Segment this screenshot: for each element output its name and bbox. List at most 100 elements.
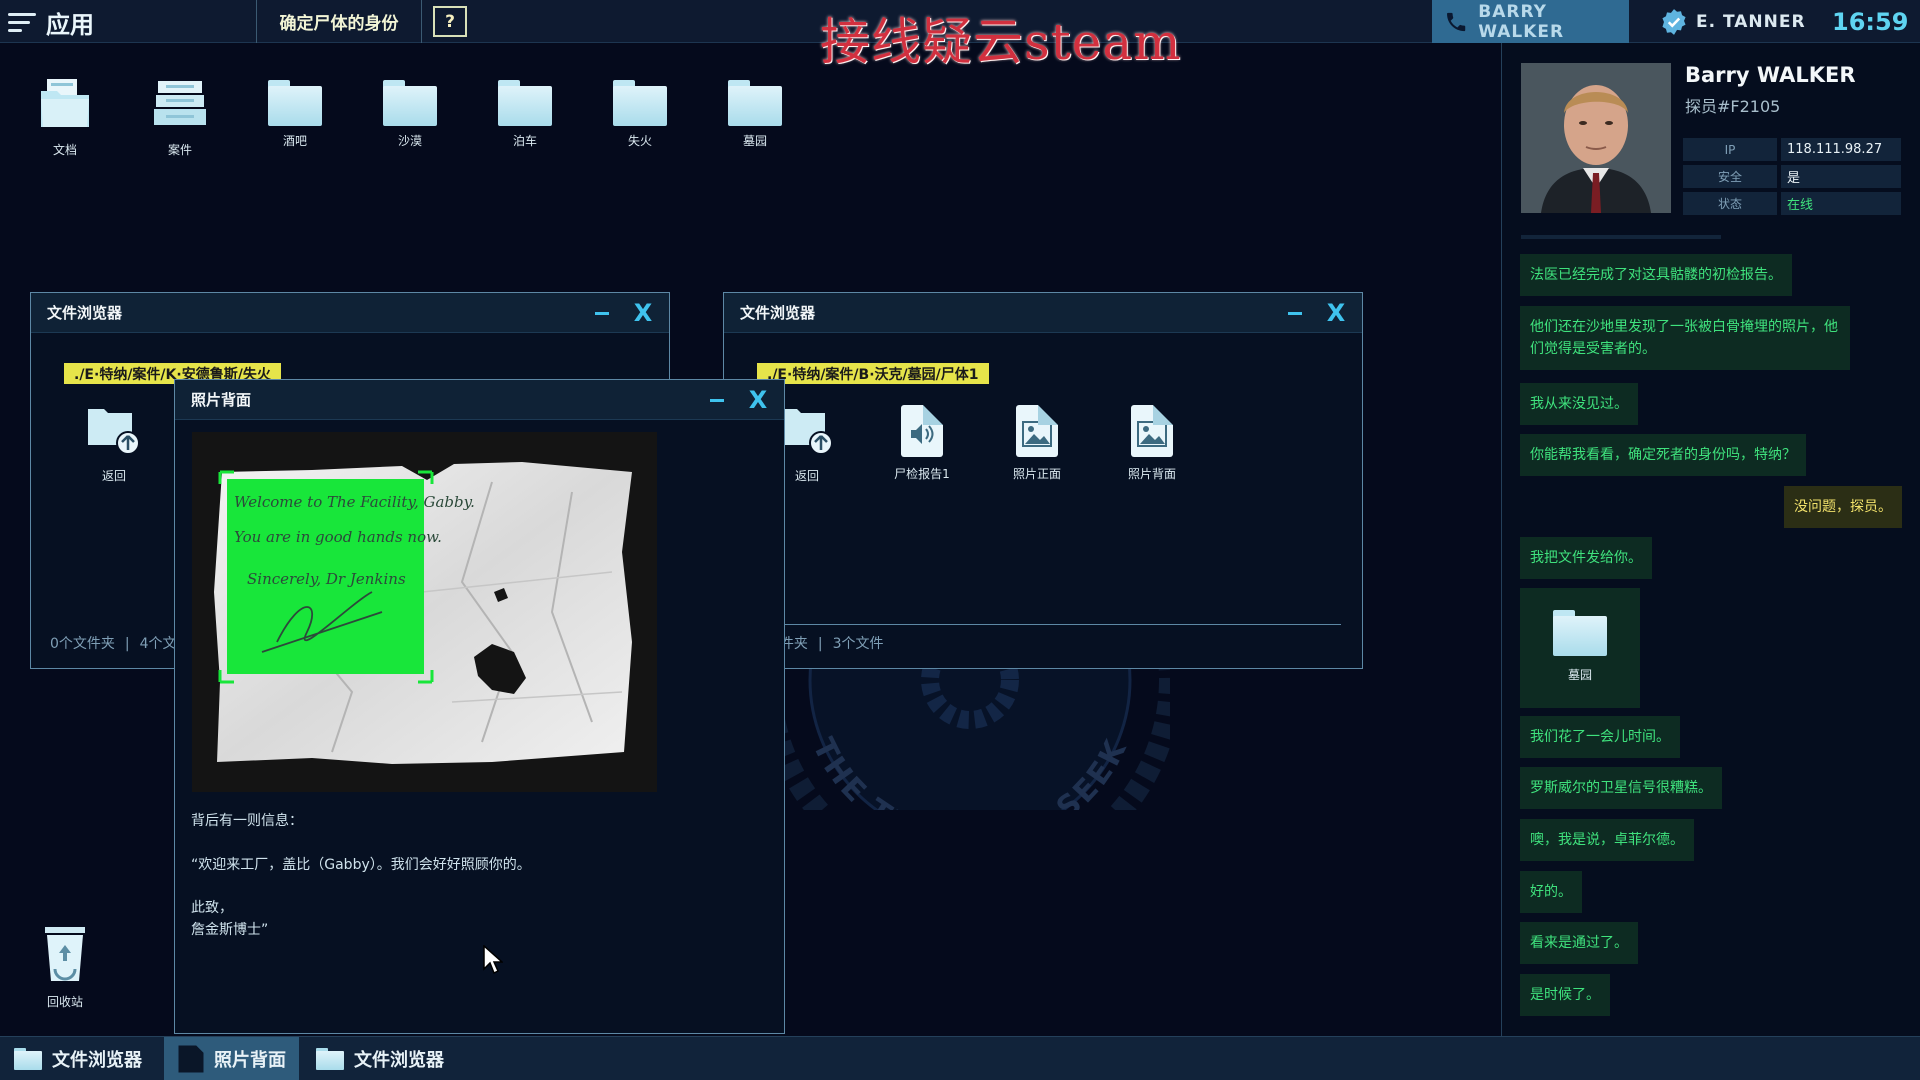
chat-message: 好的。	[1520, 871, 1582, 913]
chat-message: 你能帮我看看，确定死者的身份吗，特纳？	[1520, 434, 1806, 476]
file-item-photo-back[interactable]: 照片背面	[1102, 405, 1202, 482]
photo-image[interactable]: Welcome to The Facility, Gabby. You are …	[192, 432, 657, 792]
image-file-icon	[1016, 405, 1058, 457]
taskbar-item-file-browser-1[interactable]: 文件浏览器	[0, 1037, 160, 1080]
folder-icon	[383, 80, 437, 126]
info-value: 在线	[1781, 192, 1901, 215]
taskbar: 文件浏览器 照片背面 文件浏览器	[0, 1036, 1920, 1080]
desktop-icon-bar[interactable]: 酒吧	[250, 80, 340, 149]
close-button[interactable]: X	[1324, 298, 1348, 328]
menu-icon	[8, 11, 36, 33]
info-key: 状态	[1683, 192, 1777, 215]
phone-icon	[1447, 12, 1466, 31]
close-button[interactable]: X	[631, 298, 655, 328]
desktop-icon-label: 案件	[167, 143, 192, 157]
taskbar-item-label: 文件浏览器	[52, 1050, 142, 1071]
shared-file-attachment[interactable]: 墓园	[1520, 588, 1640, 708]
taskbar-item-label: 照片背面	[214, 1050, 286, 1071]
desktop-icon-documents[interactable]: 文档	[20, 75, 110, 158]
chat-message-self: 没问题，探员。	[1784, 486, 1902, 528]
desktop-icon-label: 泊车	[512, 134, 537, 148]
taskbar-item-file-browser-2[interactable]: 文件浏览器	[302, 1037, 462, 1080]
desktop-icon-fire[interactable]: 失火	[595, 80, 685, 149]
file-item-photo-front[interactable]: 照片正面	[987, 405, 1087, 482]
info-value: 是	[1781, 165, 1901, 188]
caption-signoff: 此致，	[191, 900, 233, 916]
contact-avatar	[1521, 63, 1671, 213]
desktop-icon-label: 沙漠	[397, 134, 422, 148]
folder-icon	[1553, 610, 1607, 656]
contact-portrait	[1521, 63, 1671, 213]
photo-back-window: 照片背面 X Welcome to The Facility, Gabby. Y…	[174, 379, 785, 1034]
info-value: 118.111.98.27	[1781, 138, 1901, 161]
file-item-label: 尸检报告1	[894, 467, 950, 481]
call-contact-button[interactable]: BARRY WALKER	[1432, 0, 1629, 43]
divider	[1521, 235, 1721, 239]
minimize-button[interactable]	[1288, 312, 1302, 315]
desktop-icon-label: 文档	[52, 143, 77, 157]
caption-intro: 背后有一则信息：	[191, 813, 303, 829]
folder-icon	[613, 80, 667, 126]
chat-message: 噢，我是说，卓菲尔德。	[1520, 819, 1694, 861]
back-folder-icon	[88, 409, 140, 455]
top-bar: 应用 确定尸体的身份 ? 接线疑云steam BARRY WALKER E. T…	[0, 0, 1920, 71]
user-name: E. TANNER	[1696, 11, 1806, 32]
file-item-autopsy-report[interactable]: 尸检报告1	[872, 405, 972, 482]
taskbar-item-label: 文件浏览器	[354, 1050, 444, 1071]
window-titlebar[interactable]: 文件浏览器 X	[724, 293, 1362, 333]
recycle-bin-icon	[45, 927, 85, 981]
info-row-ip: IP 118.111.98.27	[1683, 138, 1901, 161]
note-line: You are in good hands now.	[234, 528, 442, 546]
minimize-button[interactable]	[595, 312, 609, 315]
folder-icon	[316, 1048, 344, 1070]
app-menu-label: 应用	[46, 10, 94, 39]
contact-id: 探员#F2105	[1685, 97, 1781, 116]
photo-file-icon	[178, 1045, 204, 1073]
file-item-label: 照片背面	[1127, 467, 1176, 481]
cases-cabinet-icon	[154, 81, 206, 125]
chat-panel: Barry WALKER 探员#F2105 IP 118.111.98.27 安…	[1501, 43, 1920, 1036]
desktop-icon-label: 墓园	[742, 134, 767, 148]
desktop-icon-cemetery[interactable]: 墓园	[710, 80, 800, 149]
contact-name: Barry WALKER	[1685, 63, 1856, 87]
window-title: 照片背面	[191, 391, 252, 409]
app-menu-button[interactable]: 应用	[8, 6, 94, 39]
window-title: 文件浏览器	[740, 304, 816, 322]
window-titlebar[interactable]: 文件浏览器 X	[31, 293, 669, 333]
clock: 16:59	[1832, 8, 1909, 36]
chat-message: 我把文件发给你。	[1520, 537, 1652, 579]
chat-message: 法医已经完成了对这具骷髅的初检报告。	[1520, 254, 1792, 296]
help-button[interactable]: ?	[433, 6, 467, 37]
file-item-back[interactable]: 返回	[64, 405, 164, 484]
divider	[736, 624, 1341, 625]
window-title: 文件浏览器	[47, 304, 123, 322]
file-browser-window-right: 文件浏览器 X ./E·特纳/案件/B·沃克/墓园/尸体1 返回 尸检报告1 照…	[723, 292, 1363, 669]
current-task: 确定尸体的身份	[256, 0, 422, 43]
image-file-icon	[1131, 405, 1173, 457]
note-line: Sincerely, Dr Jenkins	[247, 570, 406, 588]
chat-message: 罗斯威尔的卫星信号很糟糕。	[1520, 767, 1722, 809]
chat-message: 是时候了。	[1520, 974, 1610, 1016]
folder-icon	[728, 80, 782, 126]
desktop-icon-cases[interactable]: 案件	[135, 75, 225, 158]
recycle-bin[interactable]: 回收站	[20, 925, 110, 1010]
folder-icon	[14, 1048, 42, 1070]
documents-folder-icon	[41, 79, 89, 127]
file-item-label: 照片正面	[1012, 467, 1061, 481]
desktop-icon-label: 酒吧	[282, 134, 307, 148]
chat-message: 我们花了一会儿时间。	[1520, 716, 1680, 758]
file-item-label: 返回	[101, 469, 126, 483]
chat-message: 他们还在沙地里发现了一张被白骨掩埋的照片，他们觉得是受害者的。	[1520, 306, 1850, 370]
desktop-icon-parking[interactable]: 泊车	[480, 80, 570, 149]
call-contact-name: BARRY WALKER	[1478, 1, 1565, 42]
chat-message: 我从来没见过。	[1520, 383, 1638, 425]
desktop-icon-desert[interactable]: 沙漠	[365, 80, 455, 149]
minimize-button[interactable]	[710, 399, 724, 402]
taskbar-item-photo-back[interactable]: 照片背面	[164, 1037, 299, 1080]
info-key: 安全	[1683, 165, 1777, 188]
desktop-icon-label: 失火	[627, 134, 652, 148]
chat-message: 看来是通过了。	[1520, 922, 1638, 964]
close-button[interactable]: X	[746, 385, 770, 415]
window-titlebar[interactable]: 照片背面 X	[175, 380, 784, 420]
folder-count: 0个文件夹	[50, 636, 115, 652]
